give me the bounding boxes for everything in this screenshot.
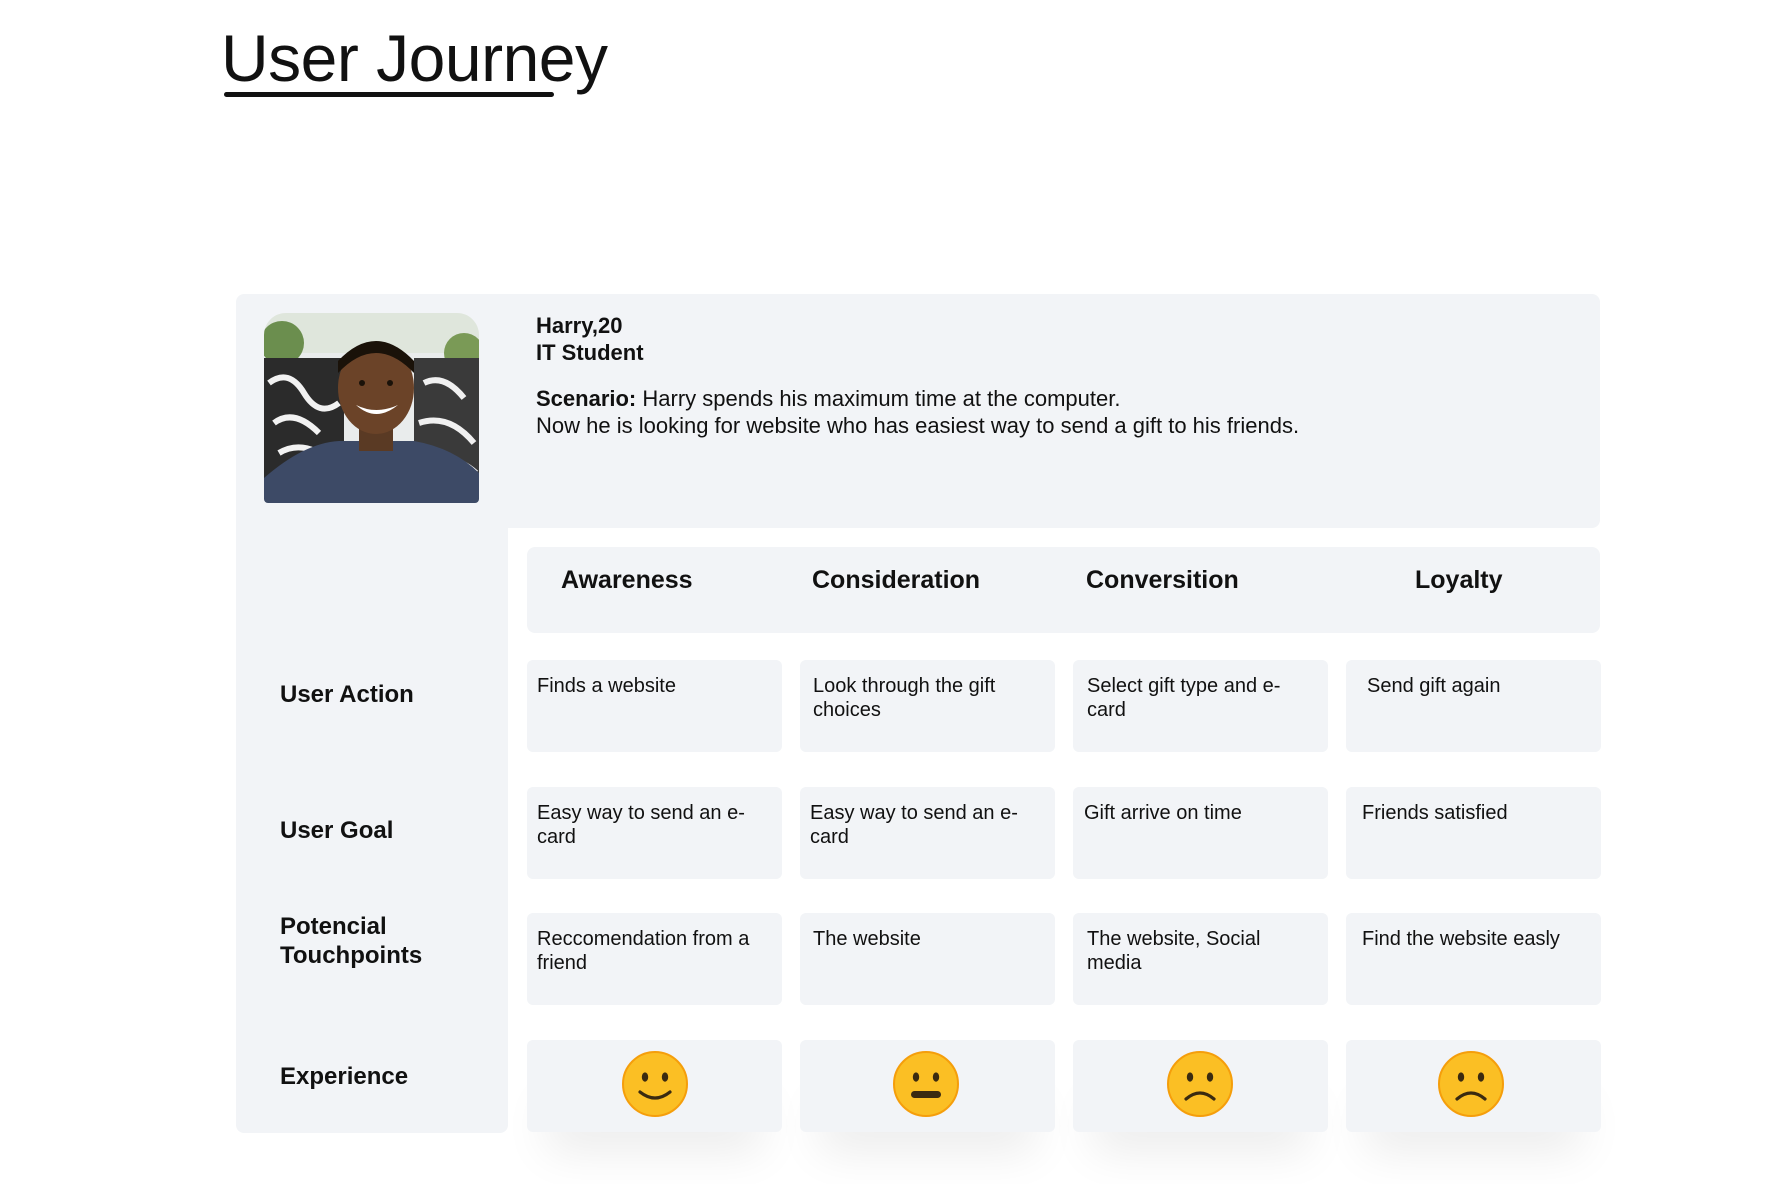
scenario-line-1: Harry spends his maximum time at the com…: [636, 386, 1121, 411]
row-label-user-action: User Action: [280, 681, 414, 708]
stage-loyalty: Loyalty: [1415, 566, 1503, 594]
page-title: User Journey: [221, 21, 608, 95]
scenario-text: Scenario: Harry spends his maximum time …: [536, 385, 1299, 439]
scenario-label: Scenario:: [536, 386, 637, 411]
happy-face-icon: [622, 1051, 688, 1117]
cell-user-action-consideration: Look through the gift choices: [800, 660, 1055, 752]
cell-user-goal-conversition: Gift arrive on time: [1073, 787, 1328, 879]
row-label-touchpoints: Potencial Touchpoints: [280, 912, 422, 970]
cell-user-goal-loyalty: Friends satisfied: [1346, 787, 1601, 879]
cell-touchpoints-consideration: The website: [800, 913, 1055, 1005]
cell-touchpoints-loyalty: Find the website easly: [1346, 913, 1601, 1005]
row-label-user-goal: User Goal: [280, 817, 394, 844]
stage-conversition: Conversition: [1086, 566, 1239, 594]
row-label-touchpoints-line-2: Touchpoints: [280, 942, 423, 969]
scenario-line-2: Now he is looking for website who has ea…: [536, 413, 1300, 438]
persona-avatar: [264, 313, 479, 503]
persona-role: IT Student: [536, 340, 644, 365]
sad-face-icon: [1167, 1051, 1233, 1117]
cell-user-action-conversition: Select gift type and e-card: [1073, 660, 1328, 752]
row-label-touchpoints-line-1: Potencial: [280, 913, 387, 940]
cell-user-action-awareness: Finds a website: [527, 660, 782, 752]
cell-user-goal-awareness: Easy way to send an e-card: [527, 787, 782, 879]
cell-user-action-loyalty: Send gift again: [1346, 660, 1601, 752]
cell-touchpoints-conversition: The website, Social media: [1073, 913, 1328, 1005]
cell-user-goal-consideration: Easy way to send an e-card: [800, 787, 1055, 879]
row-label-experience: Experience: [280, 1063, 409, 1090]
stage-awareness: Awareness: [561, 566, 693, 594]
sad-face-icon: [1438, 1051, 1504, 1117]
title-underline: [224, 92, 554, 97]
stage-consideration: Consideration: [812, 566, 981, 594]
persona-name: Harry,20: [536, 313, 623, 338]
neutral-face-icon: [893, 1051, 959, 1117]
cell-touchpoints-awareness: Reccomendation from a friend: [527, 913, 782, 1005]
